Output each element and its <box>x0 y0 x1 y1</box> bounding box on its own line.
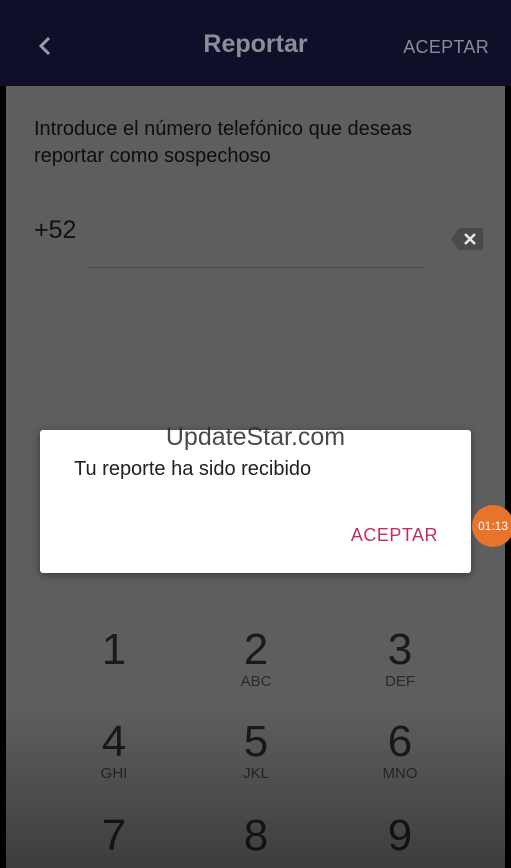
key-digit: 1 <box>101 625 127 674</box>
key-digit: 9 <box>387 811 413 860</box>
dialog-accept-button[interactable]: ACEPTAR <box>351 525 438 546</box>
key-7[interactable]: 7 <box>54 812 174 860</box>
backspace-button[interactable] <box>450 226 484 252</box>
key-digit: 7 <box>101 811 127 860</box>
key-5[interactable]: 5 JKL <box>196 718 316 782</box>
key-2[interactable]: 2 ABC <box>196 626 316 690</box>
key-letters: ABC <box>240 673 272 690</box>
top-app-bar: Reportar ACEPTAR <box>0 0 511 86</box>
key-digit: 6 <box>387 717 413 766</box>
key-8[interactable]: 8 <box>196 812 316 860</box>
key-letters: MNO <box>382 765 418 782</box>
key-letters: DEF <box>385 673 415 690</box>
accept-action-button[interactable]: ACEPTAR <box>403 37 489 58</box>
app-screen: Reportar ACEPTAR Introduce el número tel… <box>0 0 511 868</box>
key-digit: 4 <box>101 717 127 766</box>
backspace-icon <box>451 228 483 250</box>
key-9[interactable]: 9 <box>340 812 460 860</box>
key-6[interactable]: 6 MNO <box>340 718 460 782</box>
key-digit: 5 <box>243 717 269 766</box>
key-1[interactable]: 1 <box>54 626 174 674</box>
dialog-message: Tu reporte ha sido recibido <box>74 458 312 480</box>
key-letters: JKL <box>243 765 269 782</box>
key-3[interactable]: 3 DEF <box>340 626 460 690</box>
key-digit: 2 <box>243 625 269 674</box>
phone-field-underline <box>88 267 424 268</box>
instruction-text: Introduce el número telefónico que desea… <box>34 118 413 167</box>
watermark: UpdateStar.com <box>165 423 346 451</box>
key-4[interactable]: 4 GHI <box>54 718 174 782</box>
key-digit: 8 <box>243 811 269 860</box>
key-digit: 3 <box>387 625 413 674</box>
phone-number-field[interactable]: +52 <box>34 216 76 245</box>
timer-badge[interactable]: 01:13 <box>472 505 511 547</box>
key-letters: GHI <box>100 765 128 782</box>
